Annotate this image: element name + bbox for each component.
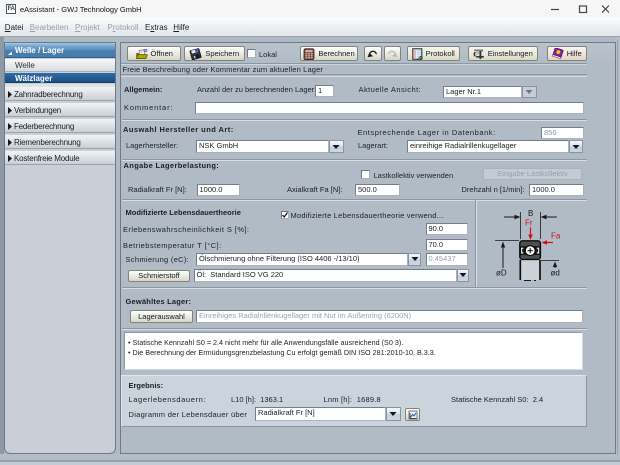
svg-text:Fa: Fa xyxy=(551,232,561,241)
svg-text:ød: ød xyxy=(551,269,560,278)
svg-text:B: B xyxy=(528,209,533,218)
svg-text:øD: øD xyxy=(496,269,507,278)
svg-text:Fr: Fr xyxy=(525,219,533,228)
